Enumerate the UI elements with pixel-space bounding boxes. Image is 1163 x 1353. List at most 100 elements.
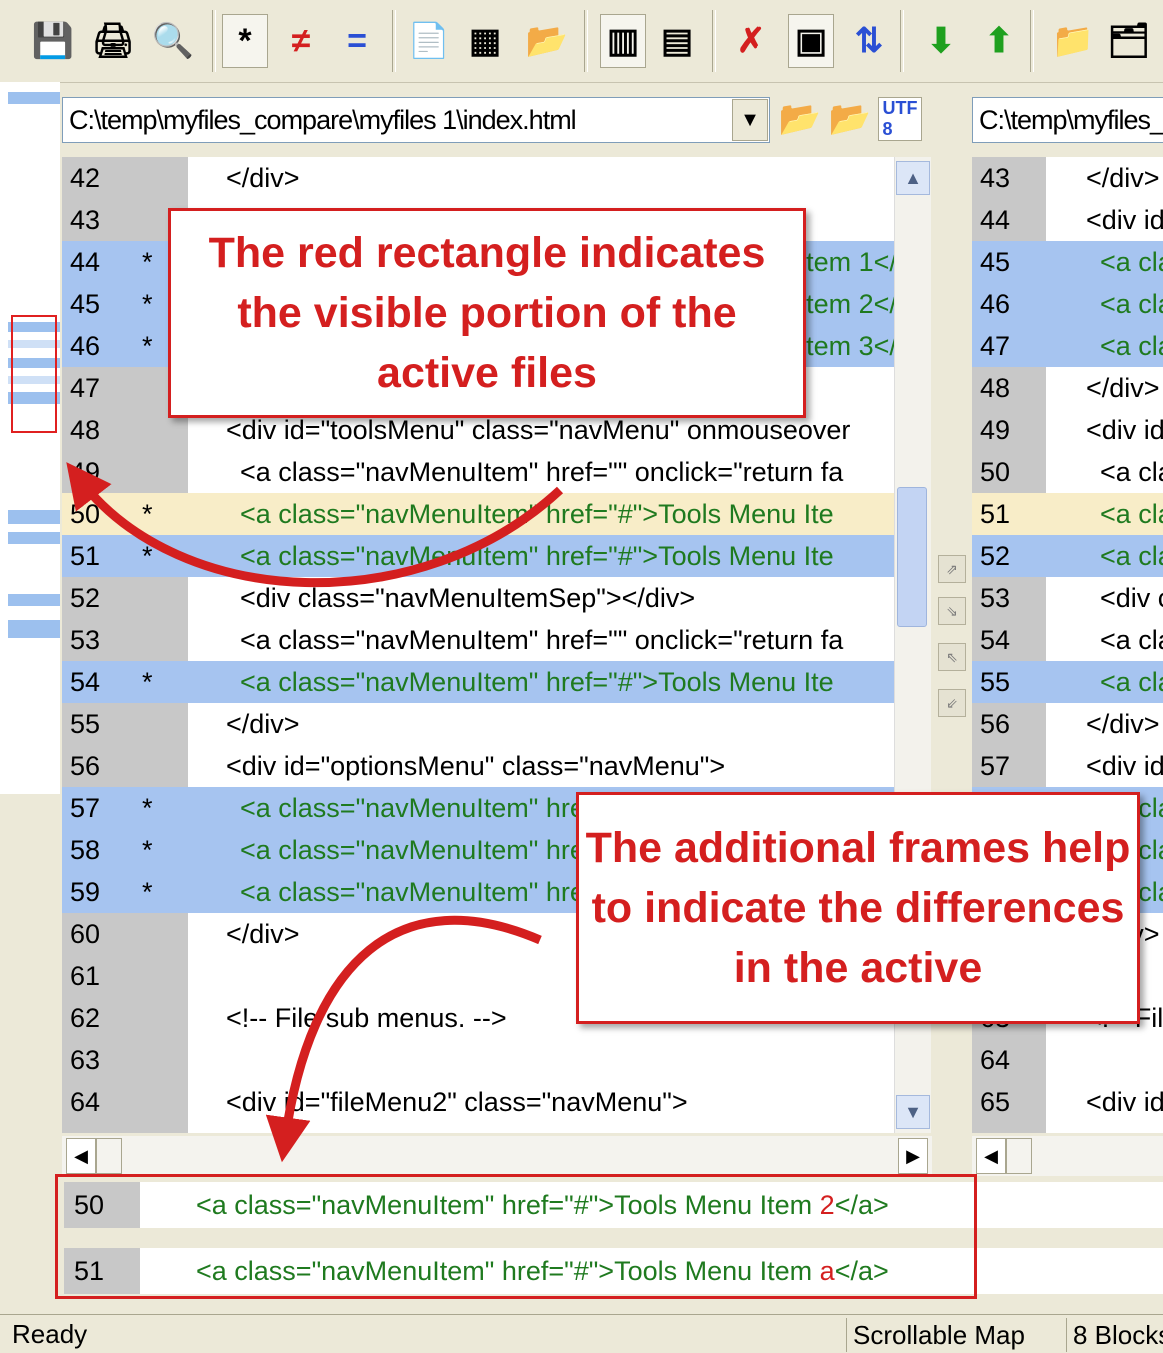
binary-icon[interactable]: ▦: [462, 14, 508, 68]
map-diff-marker: [8, 620, 60, 638]
left-file-path-input[interactable]: C:\temp\myfiles_compare\myfiles 1\index.…: [62, 97, 770, 143]
scrollbar-thumb[interactable]: [897, 487, 927, 627]
print-preview-icon[interactable]: 🔍: [150, 14, 196, 68]
code-line[interactable]: 50 * <a class="navMenuItem" href="#">Tools…: [62, 493, 894, 535]
code-line[interactable]: 44 <div id="viewMenu": [972, 199, 1163, 241]
line-number: 50: [70, 499, 101, 529]
code-line[interactable]: 47 <a class=: [972, 325, 1163, 367]
copy-left-down-icon[interactable]: ⇙: [938, 689, 966, 717]
scroll-left-button[interactable]: ◀: [976, 1138, 1006, 1174]
line-code: </div>: [226, 163, 300, 193]
utf8-encoding-icon[interactable]: UTF 8: [878, 97, 922, 141]
code-line[interactable]: 53 <div class=: [972, 577, 1163, 619]
copy-right-icon[interactable]: ⇗: [938, 555, 966, 583]
line-number: 55: [980, 667, 1011, 697]
right-file-path-input[interactable]: C:\temp\myfiles_compare\myfiles 2\index.…: [972, 97, 1163, 143]
line-code: <a class="navMenuItem" href="" onclick="…: [240, 625, 844, 655]
line-number: 48: [980, 373, 1011, 403]
left-horizontal-scrollbar[interactable]: ◀ ▶: [62, 1136, 932, 1176]
code-line[interactable]: 57 <div id="optionsMenu": [972, 745, 1163, 787]
code-line[interactable]: 46 <a class=: [972, 283, 1163, 325]
previous-difference-icon[interactable]: ⬆: [976, 14, 1022, 68]
difference-marker: *: [142, 499, 153, 529]
scrollbar-thumb[interactable]: [1006, 1138, 1032, 1174]
code-line[interactable]: 54 * <a class="navMenuItem" href="#">Tools…: [62, 661, 894, 703]
scrollbar-thumb[interactable]: [96, 1138, 122, 1174]
scroll-right-button[interactable]: ▶: [898, 1138, 928, 1174]
code-line[interactable]: 63: [62, 1039, 894, 1081]
code-line[interactable]: 45 <a class=: [972, 241, 1163, 283]
code-line[interactable]: 49 <div id="toolsMenu": [972, 409, 1163, 451]
line-number: 52: [980, 541, 1011, 571]
open-folder-icon[interactable]: 📂: [524, 14, 570, 68]
line-number: 64: [70, 1087, 101, 1117]
scroll-left-button[interactable]: ◀: [66, 1138, 96, 1174]
line-code: </div>: [1086, 709, 1160, 739]
copy-right-down-icon[interactable]: ⇘: [938, 597, 966, 625]
line-number: 43: [70, 205, 101, 235]
line-code: <a class=: [1100, 667, 1163, 697]
code-line[interactable]: 54 <a class=: [972, 619, 1163, 661]
difference-map[interactable]: [0, 82, 60, 1235]
reload-file-icon[interactable]: 📂: [828, 95, 872, 143]
chevron-right-icon: ▶: [906, 1145, 920, 1166]
line-number: 61: [70, 961, 101, 991]
difference-marker: *: [142, 541, 153, 571]
line-number: 65: [980, 1087, 1011, 1117]
code-line[interactable]: 42 </div>: [62, 157, 894, 199]
save-icon[interactable]: 💾: [30, 14, 76, 68]
code-line[interactable]: 56 <div id="optionsMenu" class="navMenu">: [62, 745, 894, 787]
visible-portion-indicator[interactable]: [11, 315, 57, 433]
code-line[interactable]: 65 <div id="fileMenu2": [972, 1081, 1163, 1123]
code-line[interactable]: 52 <a class=: [972, 535, 1163, 577]
compare-folders-icon[interactable]: 📁: [1050, 14, 1096, 68]
line-code: <!-- File sub menus. -->: [226, 1003, 507, 1033]
scroll-down-button[interactable]: ▼: [896, 1095, 930, 1129]
code-line[interactable]: 64: [972, 1039, 1163, 1081]
vertical-layout-icon[interactable]: ▥: [600, 14, 646, 68]
toolbar-separator: [212, 10, 216, 72]
difference-marker: *: [142, 877, 153, 907]
code-line[interactable]: 52 <div class="navMenuItemSep"></div>: [62, 577, 894, 619]
next-difference-icon[interactable]: ⬇: [918, 14, 964, 68]
right-horizontal-scrollbar[interactable]: ◀: [972, 1136, 1163, 1176]
line-number: 55: [70, 709, 101, 739]
code-line[interactable]: 49 <a class="navMenuItem" href="" onclick…: [62, 451, 894, 493]
copy-left-icon[interactable]: ⇖: [938, 643, 966, 671]
show-equal-icon[interactable]: =: [334, 14, 380, 68]
open-file-icon[interactable]: 📂: [778, 95, 822, 143]
code-line[interactable]: 50 <a class=: [972, 451, 1163, 493]
swap-icon[interactable]: ⇅: [846, 14, 892, 68]
toolbar-separator: [392, 10, 396, 72]
code-line[interactable]: 43 </div>: [972, 157, 1163, 199]
scroll-up-button[interactable]: ▲: [896, 161, 930, 195]
print-icon[interactable]: 🖨: [90, 14, 136, 68]
code-line[interactable]: 55 <a class=: [972, 661, 1163, 703]
code-line[interactable]: 51 * <a class="navMenuItem" href="#">Tools…: [62, 535, 894, 577]
horizontal-layout-icon[interactable]: ▤: [654, 14, 700, 68]
line-number: 59: [70, 877, 101, 907]
line-number: 60: [70, 919, 101, 949]
map-empty-area: [0, 794, 60, 1235]
ignore-icon[interactable]: ✗: [728, 14, 774, 68]
line-number: 49: [70, 457, 101, 487]
show-differences-icon[interactable]: ≠: [278, 14, 324, 68]
line-code: </div>: [226, 919, 300, 949]
folder-tree-icon[interactable]: 🗂: [1106, 14, 1152, 68]
code-line[interactable]: 48 </div>: [972, 367, 1163, 409]
code-line[interactable]: 53 <a class="navMenuItem" href="" onclick…: [62, 619, 894, 661]
line-number: 54: [980, 625, 1011, 655]
left-path-dropdown-button[interactable]: ▼: [732, 99, 768, 141]
difference-marker: *: [142, 793, 153, 823]
line-code: <div class="navMenuItemSep"></div>: [240, 583, 696, 613]
line-number: 44: [70, 247, 101, 277]
line-number: 49: [980, 415, 1011, 445]
line-number: 58: [70, 835, 101, 865]
detail-frames-icon[interactable]: ▣: [788, 14, 834, 68]
code-line[interactable]: 51 <a class=: [972, 493, 1163, 535]
code-line[interactable]: 56 </div>: [972, 703, 1163, 745]
copy-icon[interactable]: 📄: [406, 14, 452, 68]
code-line[interactable]: 64 <div id="fileMenu2" class="navMenu">: [62, 1081, 894, 1123]
code-line[interactable]: 55 </div>: [62, 703, 894, 745]
show-all-icon[interactable]: *: [222, 14, 268, 68]
